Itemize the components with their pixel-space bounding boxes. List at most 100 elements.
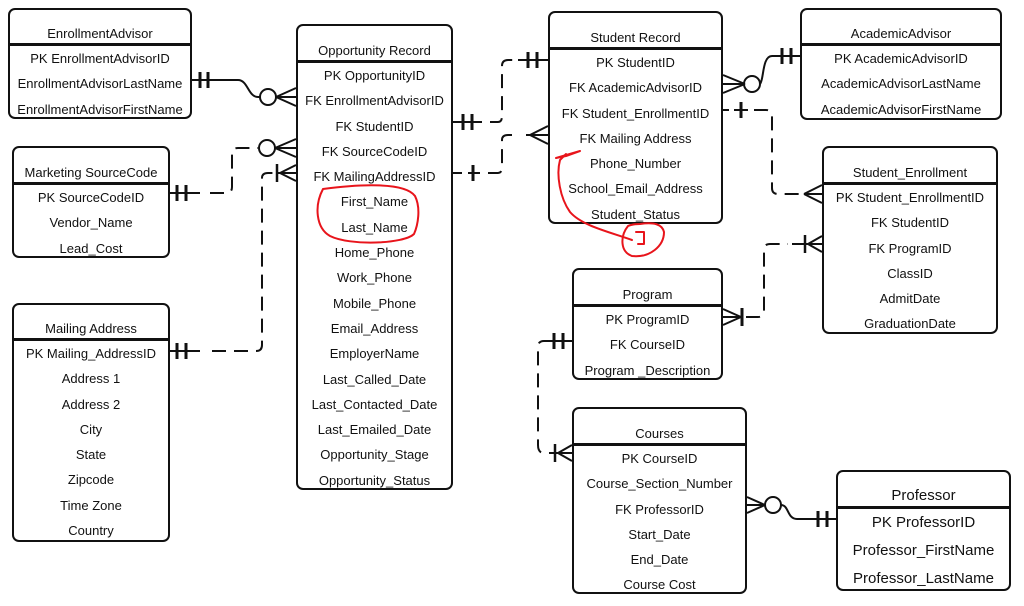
attribute-row: FK AcademicAdvisorID bbox=[569, 80, 702, 96]
attribute-list: PK StudentID FK AcademicAdvisorID FK Stude… bbox=[550, 50, 721, 227]
zero-circle-icon bbox=[743, 75, 761, 93]
attribute-list: PK AcademicAdvisorID AcademicAdvisorLastN… bbox=[802, 46, 1000, 122]
attribute-row: Work_Phone bbox=[337, 270, 412, 286]
zero-circle-icon bbox=[258, 139, 276, 157]
attribute-row: Phone_Number bbox=[589, 156, 682, 172]
attribute-row: ClassID bbox=[887, 265, 933, 281]
mark-glyph bbox=[635, 231, 645, 245]
entity-title: Professor bbox=[838, 472, 1009, 509]
relationship-enrollmentadvisor-opportunity bbox=[192, 72, 297, 107]
attribute-row: Address 1 bbox=[61, 371, 121, 387]
attribute-row: PK ProgramID bbox=[605, 312, 690, 327]
attribute-row: Zipcode bbox=[67, 472, 115, 488]
attribute-row: FK StudentID bbox=[335, 118, 414, 134]
attribute-row: AdmitDate bbox=[879, 291, 941, 307]
attribute-row: PK SourceCodeID bbox=[37, 190, 145, 205]
attribute-row: End_Date bbox=[630, 552, 689, 568]
entity-title: Opportunity Record bbox=[298, 26, 451, 63]
attribute-row: Start_Date bbox=[628, 526, 691, 542]
attribute-row: FK ProfessorID bbox=[615, 501, 704, 517]
entity-title: Mailing Address bbox=[14, 305, 168, 341]
attribute-row: Opportunity_Status bbox=[318, 472, 431, 488]
relationship-sourcecode-opportunity bbox=[170, 138, 297, 201]
entity-program: Program PK ProgramID FK CourseID Program _… bbox=[572, 268, 723, 380]
attribute-row: FK StudentID bbox=[870, 215, 950, 231]
attribute-row: FK CourseID bbox=[609, 337, 686, 353]
attribute-row: PK Student_EnrollmentID bbox=[835, 190, 985, 205]
attribute-row: FK Mailing Address bbox=[579, 130, 692, 146]
entity-student-enrollment: Student_Enrollment PK Student_Enrollment… bbox=[822, 146, 998, 334]
attribute-row: Program _Description bbox=[584, 362, 711, 378]
attribute-row: Last_Name bbox=[341, 219, 408, 235]
relationship-courses-professor bbox=[746, 496, 836, 527]
attribute-row: First_Name bbox=[340, 194, 409, 210]
attribute-list: PK ProgramID FK CourseID Program _Descript… bbox=[574, 307, 721, 383]
attribute-row: EnrollmentAdvisorFirstName bbox=[17, 101, 183, 117]
attribute-row: Lead_Cost bbox=[59, 240, 123, 256]
attribute-row: State bbox=[75, 447, 107, 463]
attribute-row: Time Zone bbox=[60, 497, 122, 513]
attribute-row: PK StudentID bbox=[596, 55, 675, 70]
relationship-program-enrollment bbox=[722, 235, 823, 326]
attribute-row: FK SourceCodeID bbox=[321, 143, 428, 159]
entity-courses: Courses PK CourseID Course_Section_Number… bbox=[572, 407, 747, 594]
attribute-row: EmployerName bbox=[329, 346, 420, 362]
attribute-row: FK EnrollmentAdvisorID bbox=[305, 93, 444, 109]
attribute-list: PK OpportunityID FK EnrollmentAdvisorID FK… bbox=[298, 63, 451, 493]
entity-mailing-address: Mailing Address PK Mailing_AddressID Addr… bbox=[12, 303, 170, 542]
attribute-row: PK ProfessorID bbox=[871, 514, 976, 531]
attribute-list: PK Mailing_AddressID Address 1 Address 2 Ci… bbox=[14, 341, 168, 543]
attribute-row: Home_Phone bbox=[334, 245, 415, 261]
attribute-row: AcademicAdvisorLastName bbox=[821, 76, 981, 92]
attribute-row: PK OpportunityID bbox=[323, 68, 426, 83]
attribute-row: PK AcademicAdvisorID bbox=[834, 51, 968, 66]
attribute-list: PK ProfessorID Professor_FirstName Profess… bbox=[838, 509, 1009, 593]
attribute-list: PK EnrollmentAdvisorID EnrollmentAdvisorL… bbox=[10, 46, 190, 122]
attribute-list: PK Student_EnrollmentID FK StudentID FK Pr… bbox=[824, 185, 996, 337]
entity-professor: Professor PK ProfessorID Professor_FirstN… bbox=[836, 470, 1011, 591]
entity-title: Courses bbox=[574, 409, 745, 446]
attribute-row: Country bbox=[68, 523, 114, 539]
attribute-row: GraduationDate bbox=[864, 316, 956, 332]
attribute-row: Vendor_Name bbox=[49, 215, 133, 231]
attribute-row: Last_Called_Date bbox=[322, 371, 427, 387]
attribute-row: Student_Status bbox=[591, 206, 680, 222]
circled-mark bbox=[621, 222, 665, 258]
attribute-row: PK EnrollmentAdvisorID bbox=[30, 51, 170, 66]
entity-marketing-sourcecode: Marketing SourceCode PK SourceCodeID Vend… bbox=[12, 146, 170, 258]
entity-title: Marketing SourceCode bbox=[14, 148, 168, 185]
zero-circle-icon bbox=[764, 496, 782, 514]
attribute-row: School_Email_Address bbox=[568, 181, 703, 197]
attribute-row: Mobile_Phone bbox=[332, 295, 417, 311]
relationship-opportunity-student-mailing bbox=[453, 125, 549, 181]
relationship-mailingaddress-opportunity bbox=[170, 164, 297, 359]
attribute-row: Email_Address bbox=[330, 320, 419, 336]
attribute-row: Professor_LastName bbox=[853, 570, 994, 587]
attribute-row: Professor_FirstName bbox=[852, 542, 995, 559]
attribute-row: PK CourseID bbox=[621, 451, 698, 466]
attribute-row: FK ProgramID bbox=[868, 240, 952, 256]
attribute-list: PK SourceCodeID Vendor_Name Lead_Cost bbox=[14, 185, 168, 261]
attribute-row: FK MailingAddressID bbox=[313, 169, 436, 185]
entity-title: EnrollmentAdvisor bbox=[10, 10, 190, 46]
relationship-opportunity-student bbox=[453, 52, 548, 130]
attribute-row: City bbox=[79, 421, 103, 437]
relationship-student-academicadvisor bbox=[722, 48, 800, 94]
entity-student-record: Student Record PK StudentID FK AcademicAd… bbox=[548, 11, 723, 224]
attribute-row: FK Student_EnrollmentID bbox=[561, 105, 710, 121]
attribute-row: Course Cost bbox=[623, 577, 696, 593]
entity-opportunity-record: Opportunity Record PK OpportunityID FK En… bbox=[296, 24, 453, 490]
attribute-row: AcademicAdvisorFirstName bbox=[820, 101, 982, 117]
entity-academic-advisor: AcademicAdvisor PK AcademicAdvisorID Acad… bbox=[800, 8, 1002, 120]
attribute-row: Address 2 bbox=[61, 396, 121, 412]
attribute-row: Opportunity_Stage bbox=[320, 447, 429, 463]
attribute-row: PK Mailing_AddressID bbox=[25, 346, 157, 361]
entity-title: Student_Enrollment bbox=[824, 148, 996, 185]
entity-title: Program bbox=[574, 270, 721, 307]
attribute-row: Course_Section_Number bbox=[586, 476, 733, 492]
entity-enrollment-advisor: EnrollmentAdvisor PK EnrollmentAdvisorID… bbox=[8, 8, 192, 119]
attribute-row: Last_Emailed_Date bbox=[317, 422, 432, 438]
entity-title: Student Record bbox=[550, 13, 721, 50]
zero-circle-icon bbox=[259, 88, 277, 106]
relationship-program-courses bbox=[537, 333, 573, 462]
